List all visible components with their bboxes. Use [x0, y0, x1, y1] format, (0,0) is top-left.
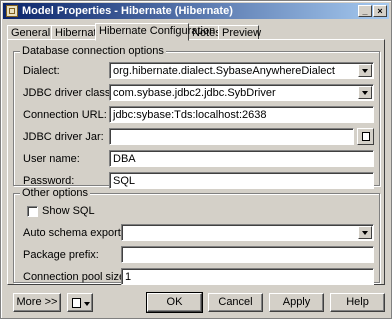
chevron-down-icon[interactable] — [358, 86, 372, 99]
more-button[interactable]: More >> — [13, 293, 61, 312]
window-title: Model Properties - Hibernate (Hibernate) — [22, 5, 233, 17]
password-value: SQL — [113, 175, 136, 187]
chevron-down-icon[interactable] — [358, 64, 372, 77]
jdbc-driver-class-select[interactable]: com.sybase.jdbc2.jdbc.SybDriver — [109, 84, 374, 101]
minimize-button[interactable]: _ — [358, 5, 372, 17]
help-button[interactable]: Help — [330, 293, 385, 312]
connection-url-label: Connection URL: — [23, 109, 107, 121]
auto-schema-export-select[interactable] — [121, 224, 374, 241]
cancel-button[interactable]: Cancel — [208, 293, 263, 312]
jdbc-driver-class-value: com.sybase.jdbc2.jdbc.SybDriver — [113, 87, 276, 99]
browse-jar-button[interactable] — [357, 128, 374, 145]
jdbc-driver-class-label: JDBC driver class: — [23, 87, 114, 99]
dialect-select[interactable]: org.hibernate.dialect.SybaseAnywhereDial… — [109, 62, 374, 79]
auto-schema-export-label: Auto schema export: — [23, 227, 124, 239]
tab-hibernate-configuration[interactable]: Hibernate Configuration — [95, 23, 215, 41]
title-bar[interactable]: Model Properties - Hibernate (Hibernate)… — [3, 3, 389, 19]
list-icon — [72, 298, 81, 308]
ok-button[interactable]: OK — [146, 292, 203, 313]
dialect-value: org.hibernate.dialect.SybaseAnywhereDial… — [113, 65, 335, 77]
connection-pool-size-label: Connection pool size: — [23, 271, 129, 283]
other-group-title: Other options — [20, 187, 91, 199]
model-icon — [6, 5, 18, 17]
password-label: Password: — [23, 175, 75, 187]
db-group-title: Database connection options — [20, 45, 166, 57]
connection-pool-size-field[interactable]: 1 — [121, 268, 374, 285]
user-name-field[interactable]: DBA — [109, 150, 374, 167]
connection-pool-size-value: 1 — [125, 271, 132, 283]
package-prefix-label: Package prefix: — [23, 249, 99, 261]
tab-panel: Database connection options Dialect: org… — [7, 39, 385, 285]
password-field[interactable]: SQL — [109, 172, 374, 189]
show-sql-checkbox[interactable] — [27, 206, 38, 217]
file-icon — [362, 132, 370, 141]
other-options-group: Other options Show SQL Auto schema expor… — [13, 187, 380, 285]
show-sql-label[interactable]: Show SQL — [42, 205, 95, 217]
user-name-value: DBA — [113, 153, 136, 165]
package-prefix-field[interactable] — [121, 246, 374, 263]
jdbc-driver-jar-label: JDBC driver Jar: — [23, 131, 104, 143]
menu-button[interactable] — [67, 293, 93, 312]
properties-dialog: Model Properties - Hibernate (Hibernate)… — [0, 0, 392, 319]
db-connection-group: Database connection options Dialect: org… — [13, 45, 380, 189]
tab-hibernate[interactable]: Hibernate — [51, 25, 103, 40]
jdbc-driver-jar-field[interactable] — [109, 128, 354, 145]
connection-url-field[interactable]: jdbc:sybase:Tds:localhost:2638 — [109, 106, 374, 123]
connection-url-value: jdbc:sybase:Tds:localhost:2638 — [113, 109, 267, 121]
tab-general[interactable]: General — [7, 25, 52, 40]
dialect-label: Dialect: — [23, 65, 60, 77]
apply-button[interactable]: Apply — [269, 293, 324, 312]
chevron-down-icon — [84, 302, 90, 306]
chevron-down-icon[interactable] — [358, 226, 372, 239]
close-button[interactable]: × — [373, 5, 387, 17]
tab-preview[interactable]: Preview — [218, 25, 261, 40]
user-name-label: User name: — [23, 153, 80, 165]
